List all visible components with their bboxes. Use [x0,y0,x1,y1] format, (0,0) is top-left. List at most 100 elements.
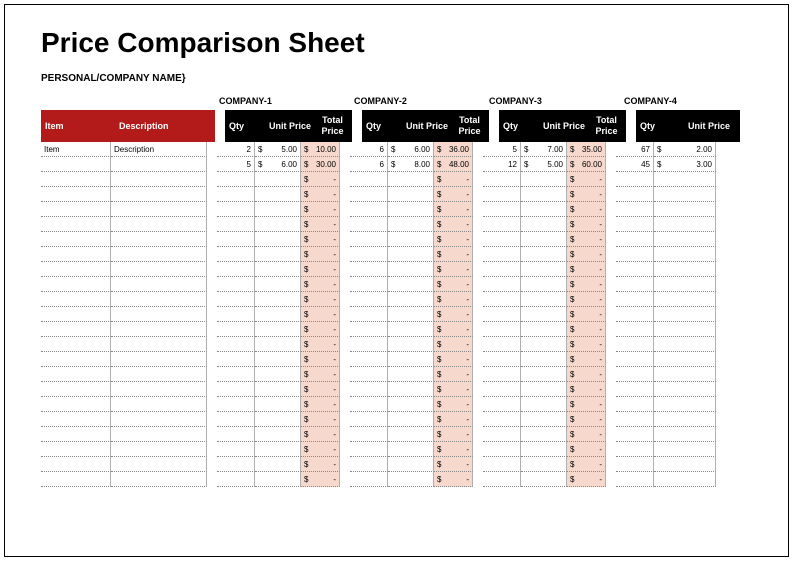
cell-unit-1[interactable] [255,232,301,247]
cell-total-2[interactable]: $- [434,292,473,307]
cell-unit-1[interactable] [255,352,301,367]
cell-qty-2[interactable] [350,232,388,247]
cell-unit-2[interactable] [388,247,434,262]
cell-qty-3[interactable] [483,457,521,472]
cell-qty-3[interactable] [483,277,521,292]
cell-total-3[interactable]: $- [567,292,606,307]
cell-description[interactable] [111,232,207,247]
cell-qty-2[interactable] [350,337,388,352]
cell-total-3[interactable]: $- [567,187,606,202]
cell-unit-2[interactable] [388,427,434,442]
cell-total-1[interactable]: $- [301,427,340,442]
cell-qty-2[interactable] [350,247,388,262]
cell-total-3[interactable]: $- [567,427,606,442]
cell-unit-1[interactable] [255,337,301,352]
cell-total-2[interactable]: $- [434,457,473,472]
cell-unit-2[interactable] [388,232,434,247]
cell-qty-1[interactable] [217,457,255,472]
cell-description[interactable] [111,442,207,457]
cell-unit-1[interactable] [255,217,301,232]
cell-item[interactable] [41,367,111,382]
cell-qty-4[interactable] [616,352,654,367]
cell-qty-4[interactable]: 67 [616,142,654,157]
cell-qty-3[interactable] [483,472,521,487]
cell-qty-4[interactable] [616,172,654,187]
cell-unit-1[interactable] [255,427,301,442]
cell-total-3[interactable]: $- [567,367,606,382]
cell-item[interactable] [41,247,111,262]
cell-unit-2[interactable] [388,457,434,472]
cell-total-1[interactable]: $- [301,217,340,232]
cell-qty-1[interactable] [217,352,255,367]
cell-total-1[interactable]: $- [301,412,340,427]
cell-total-3[interactable]: $- [567,172,606,187]
cell-item[interactable] [41,322,111,337]
cell-qty-4[interactable] [616,397,654,412]
cell-unit-4[interactable] [654,412,716,427]
cell-unit-4[interactable] [654,337,716,352]
cell-qty-2[interactable] [350,307,388,322]
cell-total-2[interactable]: $36.00 [434,142,473,157]
cell-total-1[interactable]: $- [301,397,340,412]
cell-qty-2[interactable] [350,442,388,457]
cell-qty-4[interactable] [616,367,654,382]
cell-unit-4[interactable]: $2.00 [654,142,716,157]
cell-unit-3[interactable] [521,202,567,217]
company-4-label[interactable]: COMPANY-4 [622,96,764,110]
cell-qty-1[interactable] [217,277,255,292]
cell-unit-1[interactable] [255,247,301,262]
cell-unit-1[interactable] [255,307,301,322]
cell-unit-1[interactable] [255,202,301,217]
cell-item[interactable] [41,187,111,202]
cell-total-3[interactable]: $- [567,202,606,217]
cell-qty-2[interactable] [350,187,388,202]
cell-item[interactable] [41,262,111,277]
cell-unit-2[interactable] [388,397,434,412]
cell-item[interactable] [41,442,111,457]
cell-unit-3[interactable] [521,232,567,247]
cell-total-2[interactable]: $- [434,427,473,442]
cell-total-2[interactable]: $- [434,202,473,217]
cell-total-2[interactable]: $- [434,247,473,262]
cell-qty-1[interactable] [217,307,255,322]
cell-qty-1[interactable] [217,397,255,412]
cell-total-1[interactable]: $- [301,172,340,187]
cell-total-2[interactable]: $- [434,442,473,457]
cell-total-3[interactable]: $- [567,442,606,457]
cell-unit-1[interactable] [255,442,301,457]
cell-qty-1[interactable] [217,322,255,337]
cell-unit-1[interactable] [255,412,301,427]
cell-qty-2[interactable] [350,427,388,442]
cell-unit-3[interactable] [521,427,567,442]
cell-description[interactable] [111,427,207,442]
cell-unit-2[interactable] [388,202,434,217]
cell-unit-1[interactable] [255,262,301,277]
cell-unit-3[interactable] [521,292,567,307]
cell-total-3[interactable]: $35.00 [567,142,606,157]
cell-unit-4[interactable] [654,292,716,307]
cell-unit-4[interactable] [654,187,716,202]
cell-description[interactable] [111,247,207,262]
cell-qty-3[interactable] [483,427,521,442]
cell-total-1[interactable]: $- [301,382,340,397]
cell-unit-1[interactable] [255,172,301,187]
cell-unit-2[interactable]: $6.00 [388,142,434,157]
cell-qty-3[interactable] [483,382,521,397]
cell-unit-4[interactable] [654,352,716,367]
cell-total-1[interactable]: $- [301,352,340,367]
cell-qty-4[interactable]: 45 [616,157,654,172]
cell-qty-2[interactable] [350,322,388,337]
cell-total-1[interactable]: $- [301,202,340,217]
cell-unit-3[interactable] [521,277,567,292]
cell-total-3[interactable]: $60.00 [567,157,606,172]
cell-qty-4[interactable] [616,262,654,277]
cell-qty-4[interactable] [616,202,654,217]
cell-description[interactable] [111,217,207,232]
cell-qty-1[interactable] [217,382,255,397]
cell-total-1[interactable]: $- [301,457,340,472]
cell-unit-3[interactable] [521,322,567,337]
cell-unit-3[interactable] [521,172,567,187]
cell-unit-3[interactable]: $7.00 [521,142,567,157]
cell-qty-4[interactable] [616,187,654,202]
cell-total-1[interactable]: $- [301,292,340,307]
